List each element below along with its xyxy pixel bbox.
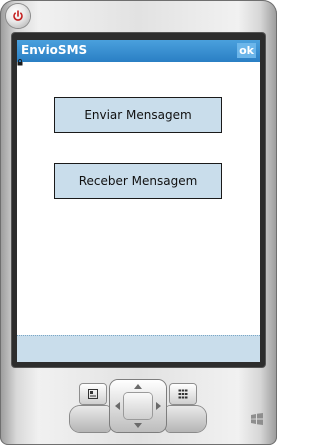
- send-message-button[interactable]: Enviar Mensagem: [54, 97, 222, 133]
- windows-logo-icon: [251, 413, 263, 425]
- power-button[interactable]: [6, 4, 30, 28]
- title-bar: EnvioSMS ok: [17, 40, 260, 62]
- lock-icon: [17, 59, 23, 66]
- device-frame: EnvioSMS ok Enviar Mensagem Receber Mens…: [0, 0, 277, 445]
- call-button[interactable]: [70, 406, 110, 432]
- keypad-icon: [178, 389, 188, 399]
- left-softkey-button[interactable]: [80, 384, 106, 404]
- right-softkey-button[interactable]: [170, 384, 196, 404]
- dpad-left-icon: [115, 402, 120, 410]
- dpad-right-icon: [156, 402, 161, 410]
- contacts-icon: [88, 389, 98, 399]
- window-title: EnvioSMS: [21, 43, 88, 57]
- ok-button[interactable]: ok: [237, 43, 256, 58]
- receive-message-button[interactable]: Receber Mensagem: [54, 163, 222, 199]
- screen: EnvioSMS ok Enviar Mensagem Receber Mens…: [17, 40, 260, 362]
- dpad-down-icon: [134, 423, 142, 428]
- softkey-bar: [17, 335, 260, 362]
- power-icon: [13, 10, 23, 21]
- directional-pad[interactable]: [110, 380, 166, 432]
- dpad-up-icon: [134, 384, 142, 389]
- dpad-center-button[interactable]: [124, 393, 152, 419]
- hardware-controls: [0, 368, 277, 445]
- end-call-button[interactable]: [166, 406, 206, 432]
